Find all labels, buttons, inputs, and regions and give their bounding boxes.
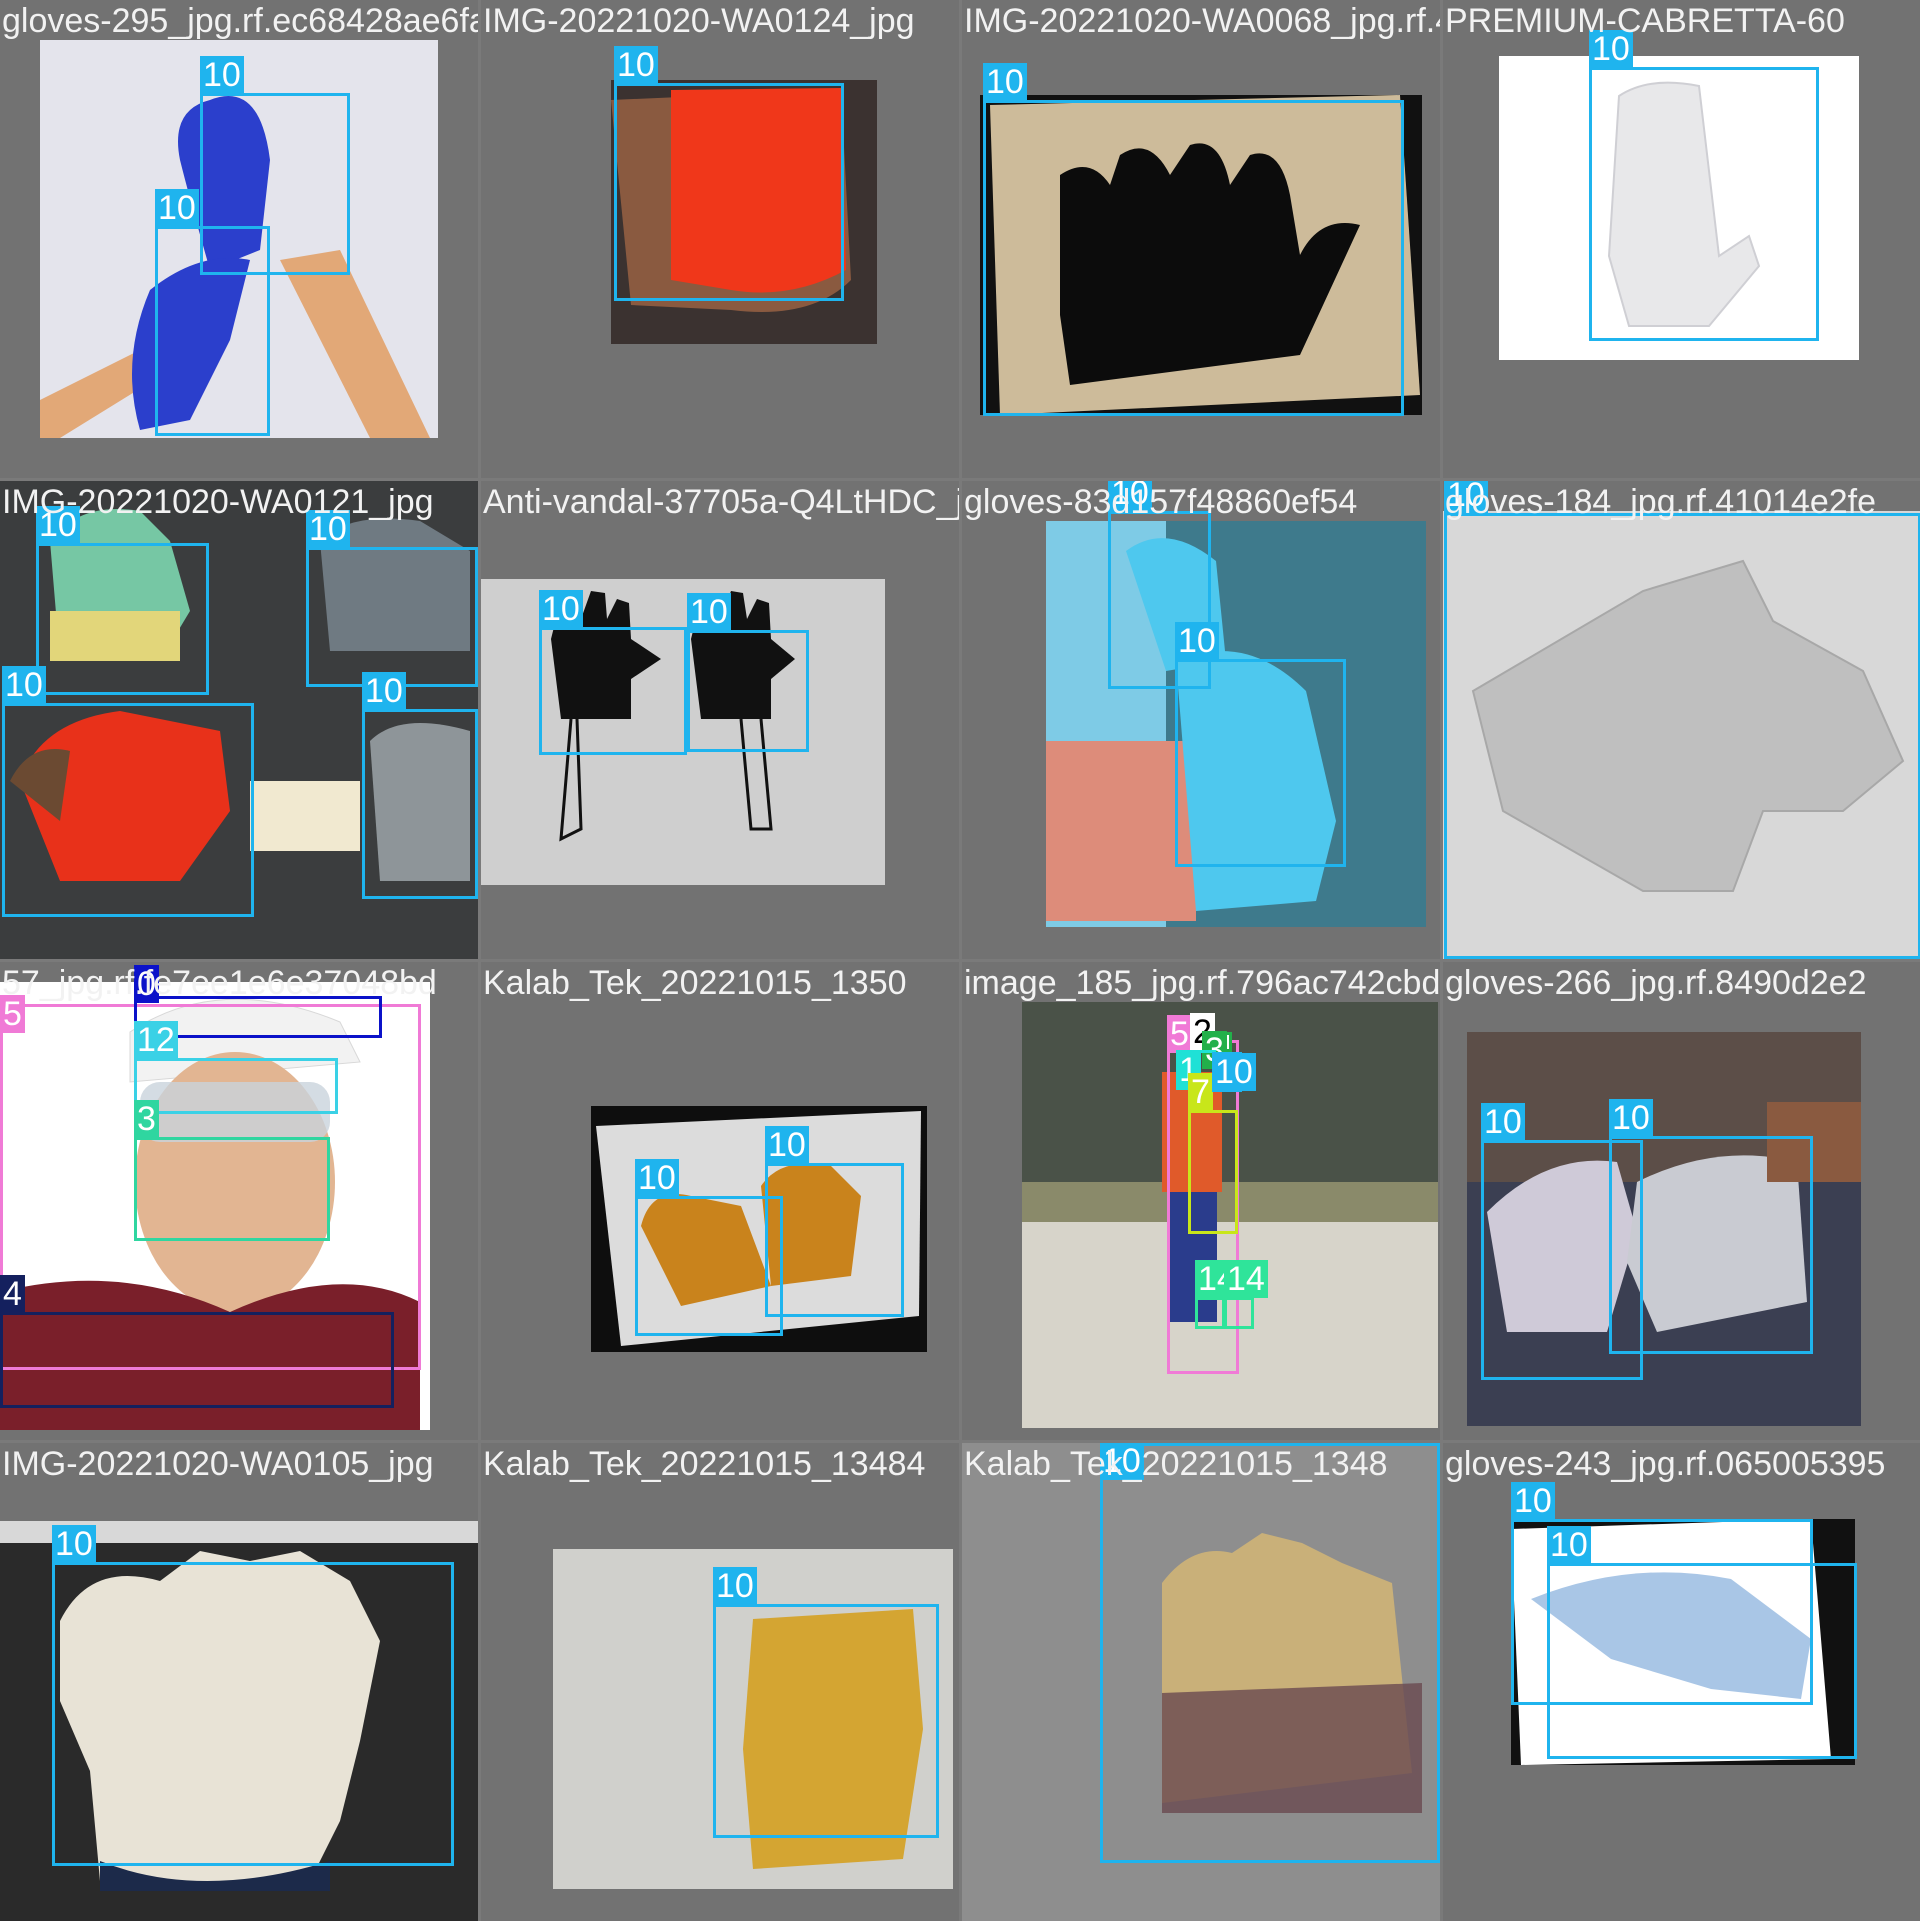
tile-11: 5 2 3 1 7 10 14 14 image_185_jpg.rf.796a… xyxy=(962,962,1440,1440)
tile-filename: Kalab_Tek_20221015_13484 xyxy=(483,1445,926,1483)
bbox-label: 10 xyxy=(1108,481,1152,512)
bbox: 14 xyxy=(1224,1260,1268,1329)
bbox: 10 xyxy=(614,46,844,301)
tile-filename: Anti-vandal-37705a-Q4LtHDC_jpg xyxy=(483,483,959,521)
tile-filename: gloves-295_jpg.rf.ec68428ae6fa2920a29080… xyxy=(2,2,478,40)
bbox-label: 10 xyxy=(306,510,350,548)
tile-13: 10 IMG-20221020-WA0105_jpg xyxy=(0,1443,478,1921)
bbox: 10 xyxy=(155,189,270,436)
bbox-label: 0 xyxy=(134,965,159,1003)
tile-filename: IMG-20221020-WA0068_jpg.rf.4E4121eCABR xyxy=(964,2,1440,40)
bbox: 10 xyxy=(1609,1099,1813,1354)
bbox: 10 xyxy=(765,1126,904,1317)
bbox: 14 xyxy=(1195,1260,1239,1329)
bbox: 10 xyxy=(306,510,478,687)
bbox-label: 10 xyxy=(765,1126,809,1164)
bbox-label: 10 xyxy=(200,56,244,94)
bbox-label: 10 xyxy=(1444,481,1488,514)
tile-filename: PREMIUM-CABRETTA-60 xyxy=(1445,2,1845,40)
bbox-label: 10 xyxy=(983,63,1027,101)
tile-filename: gloves-266_jpg.rf.8490d2e2 xyxy=(1445,964,1867,1002)
bbox-label: 10 xyxy=(1481,1103,1525,1141)
bbox-label: 10 xyxy=(1212,1053,1256,1091)
bbox-label: 10 xyxy=(1589,30,1633,68)
bbox-label: 3 xyxy=(134,1100,159,1138)
bbox-label: 10 xyxy=(1511,1482,1555,1520)
bbox-label: 10 xyxy=(1175,622,1219,660)
bbox: 10 xyxy=(1547,1526,1857,1759)
bbox: 10 xyxy=(52,1525,454,1866)
bbox-label: 10 xyxy=(1547,1526,1591,1564)
bbox-label: 10 xyxy=(687,593,731,631)
bbox: 3 xyxy=(134,1100,330,1241)
bbox-label: 10 xyxy=(36,506,80,544)
bbox-label: 10 xyxy=(539,590,583,628)
bbox: 12 xyxy=(134,1021,338,1114)
bbox: 10 xyxy=(36,506,209,695)
tile-4: 10 PREMIUM-CABRETTA-60 xyxy=(1443,0,1920,478)
tile-filename: IMG-20221020-WA0105_jpg xyxy=(2,1445,434,1483)
bbox: 10 xyxy=(687,593,809,752)
bbox: 10 xyxy=(2,666,254,917)
bbox-label: 7 xyxy=(1188,1073,1213,1111)
tile-filename: Kalab_Tek_20221015_1350 xyxy=(483,964,907,1002)
tile-14: 10 Kalab_Tek_20221015_13484 xyxy=(481,1443,959,1921)
bbox: 7 xyxy=(1188,1073,1238,1234)
tile-5: 10 10 10 10 IMG-20221020-WA0121_jpg xyxy=(0,481,478,959)
bbox: 10 xyxy=(983,63,1404,416)
bbox-label: 14 xyxy=(1224,1260,1268,1298)
bbox-label: 10 xyxy=(52,1525,96,1563)
tile-filename: gloves-243_jpg.rf.065005395 xyxy=(1445,1445,1886,1483)
bbox: 10 xyxy=(1444,481,1920,959)
bbox-label: 5 xyxy=(0,995,25,1033)
bbox: 10 xyxy=(539,590,687,755)
tile-9: 5 0 12 3 4 57_jpg.rf.fe7ee1e6e37048bd xyxy=(0,962,478,1440)
bbox-label: 10 xyxy=(713,1567,757,1605)
bbox: 3 xyxy=(1202,1031,1232,1069)
bbox-label: 10 xyxy=(362,672,406,710)
tile-1: 10 10 gloves-295_jpg.rf.ec68428ae6fa2920… xyxy=(0,0,478,478)
bbox: 10 xyxy=(635,1159,783,1336)
tile-filename: image_185_jpg.rf.796ac742cbd2369f583 xyxy=(964,964,1440,1002)
bbox-label: 10 xyxy=(635,1159,679,1197)
tile-7: 10 10 gloves-83d157f48860ef54 xyxy=(962,481,1440,959)
tile-6: 10 10 Anti-vandal-37705a-Q4LtHDC_jpg xyxy=(481,481,959,959)
bbox: 10 xyxy=(1175,622,1346,867)
bbox-label: 12 xyxy=(134,1021,178,1059)
bbox-label: 10 xyxy=(1100,1443,1144,1480)
tile-12: 10 10 gloves-266_jpg.rf.8490d2e2 xyxy=(1443,962,1920,1440)
bbox-label: 5 xyxy=(1167,1015,1192,1053)
tile-filename: IMG-20221020-WA0124_jpg xyxy=(483,2,915,40)
bbox: 10 xyxy=(1589,30,1819,341)
bbox-label: 10 xyxy=(2,666,46,704)
bbox-label: 10 xyxy=(1609,1099,1653,1137)
bbox: 10 xyxy=(1100,1443,1440,1863)
tile-15: 10 Kalab_Tek_20221015_1348 xyxy=(962,1443,1440,1921)
bbox: 10 xyxy=(713,1567,939,1838)
bbox: 10 xyxy=(1212,1052,1256,1092)
tile-3: 10 IMG-20221020-WA0068_jpg.rf.4E4121eCAB… xyxy=(962,0,1440,478)
tile-10: 10 10 Kalab_Tek_20221015_1350 xyxy=(481,962,959,1440)
bbox-label: 10 xyxy=(614,46,658,84)
bbox-label: 4 xyxy=(0,1275,25,1313)
tile-16: 10 10 gloves-243_jpg.rf.065005395 xyxy=(1443,1443,1920,1921)
bbox-label: 10 xyxy=(155,189,199,227)
bbox: 10 xyxy=(362,672,478,899)
tile-2: 10 IMG-20221020-WA0124_jpg xyxy=(481,0,959,478)
tile-8: 10 gloves-184_jpg.rf.41014e2fe xyxy=(1443,481,1920,959)
bbox: 4 xyxy=(0,1275,394,1408)
